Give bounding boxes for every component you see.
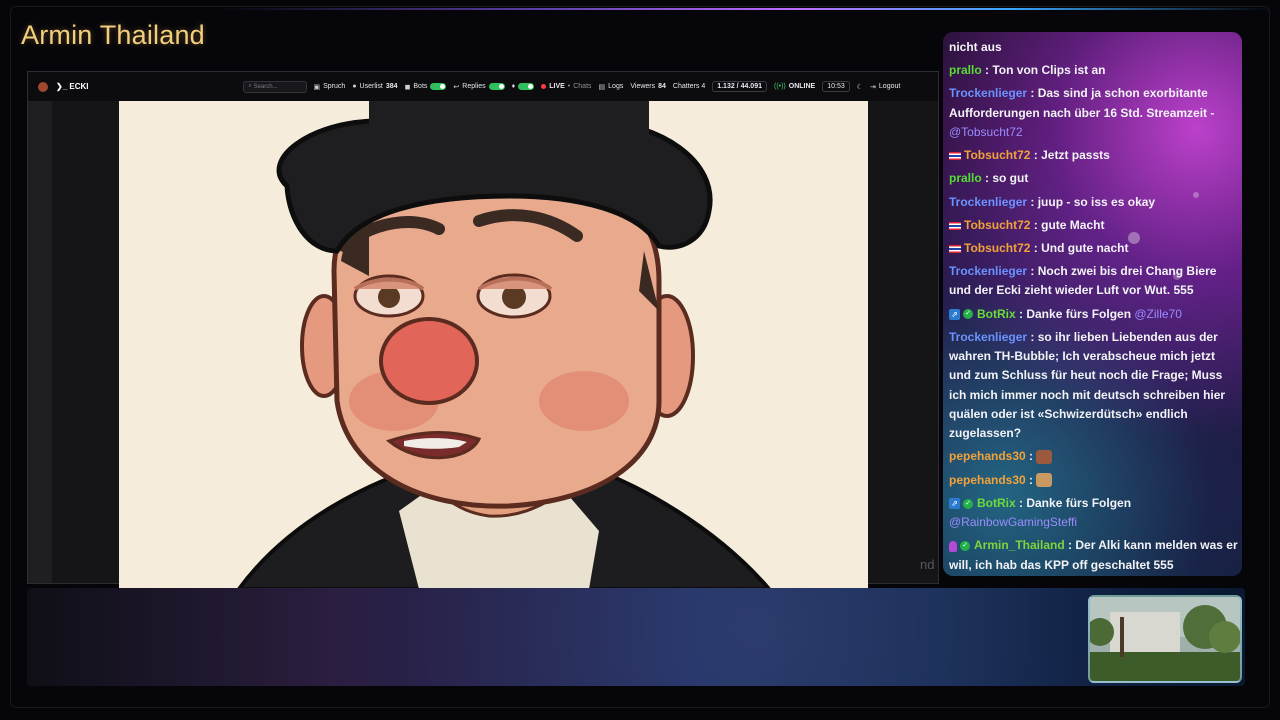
- live-dot-icon: [541, 84, 547, 89]
- chat-mention[interactable]: @Zille70: [1134, 307, 1182, 321]
- reply-icon: ↩: [453, 83, 460, 91]
- bot-icon: ◼: [404, 83, 411, 91]
- live-chats-button[interactable]: LIVE • Chats: [541, 83, 592, 90]
- chat-message-text: Ton von Clips ist an: [992, 63, 1106, 78]
- stream-toolbar: ❯_ ECKI ⌕ Search... ▣ Spruch ● Userlist 38…: [28, 72, 938, 102]
- chat-username[interactable]: Trockenlieger: [949, 330, 1027, 344]
- chatters-stat: Chatters 4: [672, 83, 706, 90]
- chat-message: ⇗ ✓ BotRix : Danke fürs Folgen @Zille70: [949, 305, 1239, 324]
- chat-message: prallo : so gut: [949, 171, 1029, 186]
- chat-mention[interactable]: @RainbowGamingSteffi: [949, 515, 1077, 529]
- user-icon: ●: [352, 83, 357, 90]
- chat-message: prallo : Ton von Clips ist an: [949, 63, 1106, 78]
- cartoon-man-illustration: [119, 101, 868, 589]
- bot-badge-icon: ⇗: [949, 308, 960, 320]
- chat-message-text: Danke fürs Folgen: [1026, 306, 1132, 321]
- spruch-button[interactable]: ▣ Spruch: [314, 83, 346, 91]
- replies-toggle[interactable]: ↩ Replies: [453, 83, 505, 91]
- microphone-icon: ♦: [511, 83, 516, 90]
- replies-switch[interactable]: [488, 83, 505, 90]
- chat-username[interactable]: Tobsucht72: [964, 241, 1030, 255]
- terminal-icon: ❯_: [56, 82, 70, 91]
- signal-icon: ((•)): [773, 83, 786, 90]
- document-icon: ▤: [598, 83, 606, 91]
- chat-message: nicht aus: [949, 38, 1239, 57]
- theme-toggle[interactable]: ☾: [857, 83, 863, 91]
- chat-overlay: nicht aus prallo : Ton von Clips ist an …: [943, 32, 1242, 576]
- chat-message: ⇗ ✓ BotRix : Danke fürs Folgen @RainbowGam…: [949, 495, 1132, 530]
- chat-message: pepehands30 :: [949, 471, 1239, 490]
- logout-button[interactable]: ⇥ Logout: [870, 83, 900, 91]
- webcam-preview: [1088, 595, 1242, 683]
- chat-message-text: Und gute nacht: [1041, 240, 1129, 255]
- bots-switch[interactable]: [430, 83, 447, 90]
- emote-icon: [1036, 450, 1053, 465]
- chat-username[interactable]: BotRix: [977, 496, 1016, 510]
- chat-message: pepehands30 :: [949, 447, 1239, 466]
- flag-icon: [949, 221, 961, 230]
- chat-message-text: so gut: [992, 171, 1029, 186]
- chat-message-list: nicht aus prallo : Ton von Clips ist an …: [949, 38, 1239, 576]
- moon-icon: ☾: [856, 83, 864, 91]
- chat-message: Tobsucht72 : Jetzt passts: [949, 146, 1239, 165]
- userlist-count: 384: [385, 83, 398, 90]
- mic-switch[interactable]: [518, 83, 535, 90]
- channel-avatar-icon[interactable]: [38, 81, 48, 92]
- garden-camera-image: [1090, 597, 1240, 681]
- viewers-stat: Viewers 84: [630, 83, 666, 90]
- logout-icon: ⇥: [870, 83, 876, 91]
- chat-message: Tobsucht72 : gute Macht: [949, 216, 1239, 235]
- chat-message: Trockenlieger : Noch zwei bis drei Chang…: [949, 264, 1217, 298]
- video-side-text: nd: [920, 557, 935, 572]
- chat-message-text: gute Macht: [1041, 217, 1105, 232]
- chat-username[interactable]: Tobsucht72: [964, 218, 1030, 232]
- chat-message: ✓ Armin_Thailand : Der Alki kann melden w…: [949, 538, 1238, 572]
- flag-icon: [949, 244, 961, 253]
- chat-message-text: so ihr lieben Liebenden aus der wahren T…: [949, 329, 1226, 441]
- chat-message-text: Jetzt passts: [1041, 148, 1110, 163]
- bot-badge-icon: ⇗: [949, 498, 960, 510]
- chat-username[interactable]: Armin_Thailand: [974, 538, 1065, 552]
- chat-username[interactable]: pepehands30: [949, 449, 1026, 463]
- chat-icon: ▣: [313, 83, 321, 91]
- chat-message: Trockenlieger : Das sind ja schon exorbi…: [949, 86, 1215, 139]
- chat-message-text: juup - so iss es okay: [1037, 194, 1156, 209]
- chat-mention[interactable]: @Tobsucht72: [949, 125, 1023, 139]
- online-status: ((•)) ONLINE: [773, 83, 816, 90]
- chat-username[interactable]: pepehands30: [949, 473, 1026, 487]
- flag-icon: [949, 151, 961, 160]
- chat-username[interactable]: Trockenlieger: [949, 264, 1027, 278]
- userlist-button[interactable]: ● Userlist 384: [352, 83, 397, 90]
- bots-toggle[interactable]: ◼ Bots: [405, 83, 447, 91]
- channel-title: Armin Thailand: [21, 20, 205, 50]
- chat-message: Trockenlieger : so ihr lieben Liebenden …: [949, 329, 1226, 441]
- verified-check-icon: ✓: [963, 498, 973, 509]
- search-input[interactable]: ⌕ Search...: [242, 80, 307, 93]
- clock: 10:53: [822, 81, 850, 92]
- chat-username[interactable]: prallo: [949, 63, 982, 77]
- video-left-strip: [28, 101, 52, 583]
- mic-toggle[interactable]: ♦: [512, 83, 535, 90]
- chat-message: Tobsucht72 : Und gute nacht: [949, 239, 1239, 258]
- chat-message-text: Danke fürs Folgen: [1026, 495, 1132, 510]
- stream-video-frame: [119, 101, 868, 589]
- chat-username[interactable]: Trockenlieger: [949, 195, 1027, 209]
- chat-username[interactable]: BotRix: [977, 307, 1016, 321]
- verified-check-icon: ✓: [963, 309, 973, 320]
- bottom-banner: [27, 588, 1245, 686]
- chat-message: Trockenlieger : juup - so iss es okay: [949, 194, 1156, 209]
- chat-username[interactable]: Trockenlieger: [949, 86, 1027, 100]
- emote-icon: [1036, 473, 1053, 488]
- followers-stat: 1.132 / 44.091: [712, 81, 767, 92]
- top-accent-line: [220, 8, 1270, 10]
- brand-label[interactable]: ❯_ ECKI: [56, 82, 89, 91]
- chat-username[interactable]: Tobsucht72: [964, 148, 1030, 162]
- microphone-badge-icon: [949, 540, 957, 552]
- stream-window: ❯_ ECKI ⌕ Search... ▣ Spruch ● Userlist 38…: [27, 71, 939, 589]
- verified-check-icon: ✓: [960, 541, 970, 552]
- logs-button[interactable]: ▤ Logs: [599, 83, 624, 91]
- chat-username[interactable]: prallo: [949, 171, 982, 185]
- chat-message-text: nicht aus: [949, 40, 1002, 54]
